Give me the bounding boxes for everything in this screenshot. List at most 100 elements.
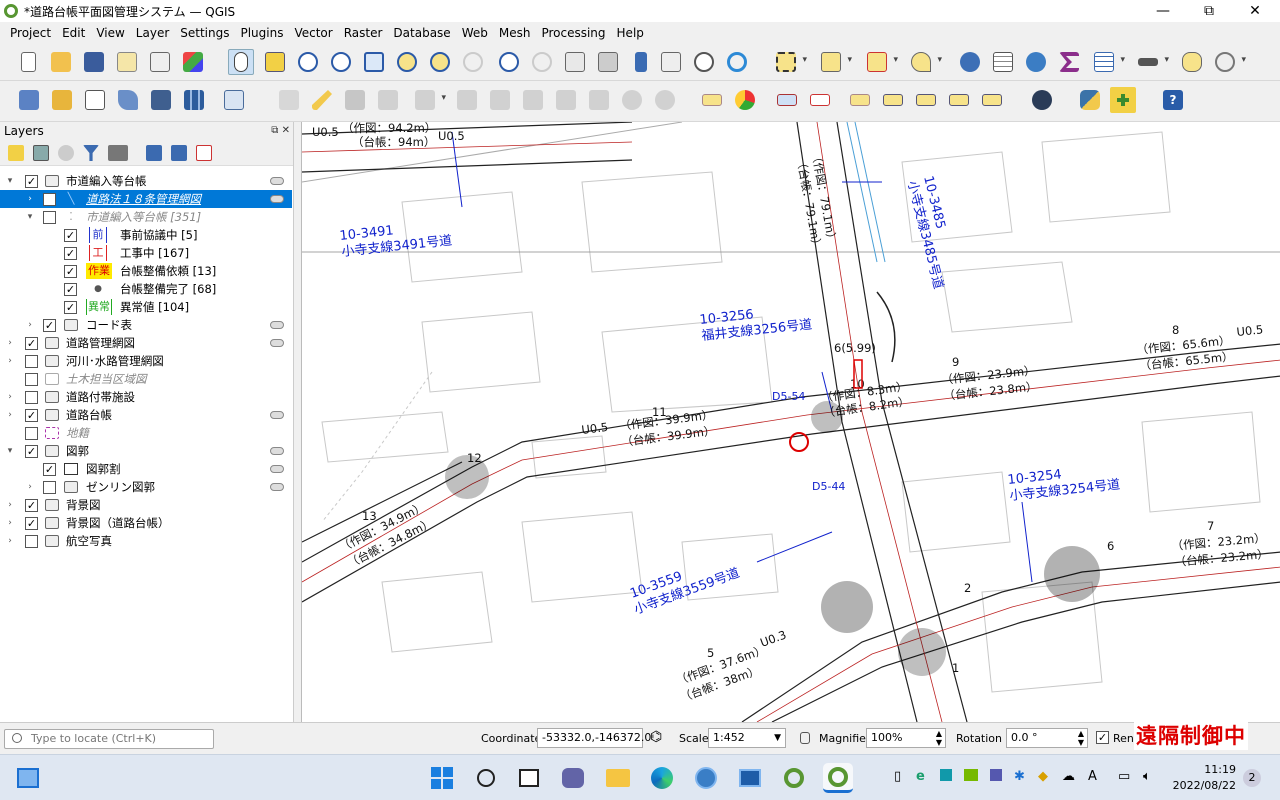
- plugin-zenrin-button[interactable]: [1029, 87, 1055, 113]
- add-feature-button[interactable]: [375, 87, 401, 113]
- expand-icon[interactable]: ›: [5, 392, 15, 402]
- widgets-button[interactable]: [13, 763, 43, 793]
- expand-icon[interactable]: ›: [5, 410, 15, 420]
- zoom-native-button[interactable]: [460, 49, 486, 75]
- bluetooth-icon[interactable]: ✱: [1014, 769, 1025, 784]
- legend-checkbox[interactable]: ✓: [64, 300, 77, 314]
- minimize-button[interactable]: —: [1140, 0, 1186, 22]
- expand-icon[interactable]: ›: [25, 320, 35, 330]
- vertex-tool-button[interactable]: [412, 87, 446, 113]
- menu-mesh[interactable]: Mesh: [494, 26, 536, 40]
- toolbox-button[interactable]: [1023, 49, 1049, 75]
- legend-checkbox[interactable]: ✓: [64, 264, 77, 278]
- app-button-2[interactable]: [735, 763, 765, 793]
- menu-raster[interactable]: Raster: [339, 26, 388, 40]
- visibility-indicator-icon[interactable]: [270, 447, 284, 455]
- collapse-icon[interactable]: ▾: [5, 176, 15, 186]
- measure-button[interactable]: [1135, 49, 1169, 75]
- legend-checkbox[interactable]: ✓: [64, 246, 77, 260]
- python-console-button[interactable]: [1077, 87, 1103, 113]
- attribute-table-button[interactable]: [990, 49, 1016, 75]
- security-icon[interactable]: ◆: [1038, 769, 1048, 784]
- delete-selected-button[interactable]: [487, 87, 513, 113]
- coordinate-toggle-icon[interactable]: ⌬: [650, 729, 662, 745]
- layout-manager-button[interactable]: [147, 49, 173, 75]
- scale-combobox[interactable]: 1:452 ▼: [708, 728, 786, 748]
- layer-row-doro-kanri[interactable]: › ✓ 道路管理網図: [0, 334, 292, 352]
- layer-checkbox[interactable]: ✓: [25, 444, 38, 458]
- visibility-indicator-icon[interactable]: [270, 321, 284, 329]
- layer-checkbox[interactable]: ✓: [43, 462, 56, 476]
- menu-plugins[interactable]: Plugins: [235, 26, 288, 40]
- layer-row-chiseki[interactable]: 地籍: [0, 424, 292, 442]
- app-tray-icon[interactable]: [940, 769, 952, 781]
- zoom-out-button[interactable]: [328, 49, 354, 75]
- layer-checkbox[interactable]: [25, 426, 38, 440]
- select-features-button[interactable]: [773, 49, 807, 75]
- menu-database[interactable]: Database: [388, 26, 455, 40]
- layer-row-haikei[interactable]: › ✓ 背景図: [0, 496, 292, 514]
- pan-button[interactable]: [228, 49, 254, 75]
- highlight-pinned-labels-button[interactable]: [774, 87, 800, 113]
- lock-scale-icon[interactable]: [800, 732, 810, 744]
- identify-button[interactable]: [957, 49, 983, 75]
- layer-checkbox[interactable]: [43, 210, 56, 224]
- layer-checkbox[interactable]: [25, 534, 38, 548]
- layer-checkbox[interactable]: [25, 372, 38, 386]
- new-shapefile-button[interactable]: [82, 87, 108, 113]
- show-hide-labels-button[interactable]: [847, 87, 873, 113]
- new-map-view-button[interactable]: [562, 49, 588, 75]
- visibility-indicator-icon[interactable]: [270, 339, 284, 347]
- save-project-button[interactable]: [81, 49, 107, 75]
- layer-diagram-button[interactable]: [732, 87, 758, 113]
- remove-layer-icon[interactable]: [196, 145, 212, 161]
- usb-icon[interactable]: ▯: [894, 769, 901, 784]
- collapse-icon[interactable]: ▾: [5, 446, 15, 456]
- file-explorer-button[interactable]: [603, 763, 633, 793]
- clock[interactable]: 11:19 2022/08/22: [1170, 762, 1236, 794]
- plugin-manager-button[interactable]: [1110, 87, 1136, 113]
- statistics-button[interactable]: [1056, 49, 1082, 75]
- menu-web[interactable]: Web: [457, 26, 493, 40]
- legend-row-sagyo[interactable]: ✓ 作業 台帳整備依頼 [13]: [0, 262, 292, 280]
- map-tips-button[interactable]: [1179, 49, 1205, 75]
- close-button[interactable]: ✕: [1232, 0, 1278, 22]
- panel-float-close-icon[interactable]: ⧉ ✕: [271, 125, 290, 136]
- change-label-button[interactable]: [946, 87, 972, 113]
- expand-icon[interactable]: ›: [5, 536, 15, 546]
- layer-row-zukakuwari[interactable]: ✓ 図郭割: [0, 460, 292, 478]
- open-project-button[interactable]: [48, 49, 74, 75]
- zoom-in-button[interactable]: [295, 49, 321, 75]
- layer-row-doro-daicho[interactable]: › ✓ 道路台帳: [0, 406, 292, 424]
- qgis-taskbar-button-1[interactable]: [779, 763, 809, 793]
- network-icon[interactable]: ☁: [1062, 769, 1075, 784]
- visibility-indicator-icon[interactable]: [270, 177, 284, 185]
- toggle-editing-button[interactable]: [309, 87, 335, 113]
- layer-row-futai[interactable]: › 道路付帯施設: [0, 388, 292, 406]
- teams-chat-button[interactable]: [558, 763, 588, 793]
- search-taskbar-button[interactable]: [471, 763, 501, 793]
- layer-row-doroho-18[interactable]: › ╲ 道路法１８条管理網図: [0, 190, 292, 208]
- move-label-button[interactable]: [880, 87, 906, 113]
- visibility-indicator-icon[interactable]: [270, 483, 284, 491]
- redo-button[interactable]: [652, 87, 678, 113]
- legend-checkbox[interactable]: ✓: [64, 228, 77, 242]
- notification-badge[interactable]: 2: [1243, 769, 1261, 787]
- maximize-button[interactable]: ⧉: [1186, 0, 1232, 22]
- expand-icon[interactable]: ›: [5, 338, 15, 348]
- help-button[interactable]: ?: [1160, 87, 1186, 113]
- layer-row-zukaku[interactable]: ▾ ✓ 図郭: [0, 442, 292, 460]
- label-properties-button[interactable]: [979, 87, 1005, 113]
- edge-button[interactable]: [647, 763, 677, 793]
- expand-icon[interactable]: ›: [25, 194, 35, 204]
- layer-row-shido-hennyu-points[interactable]: ▾ ⁚ 市道編入等台帳 [351]: [0, 208, 292, 226]
- new-project-button[interactable]: [15, 49, 41, 75]
- menu-layer[interactable]: Layer: [131, 26, 174, 40]
- collapse-icon[interactable]: ▾: [25, 212, 35, 222]
- qgis-taskbar-button-2[interactable]: [823, 763, 853, 793]
- temporal-controller-button[interactable]: [691, 49, 717, 75]
- app-button-1[interactable]: [691, 763, 721, 793]
- collapse-all-icon[interactable]: [171, 145, 187, 161]
- zoom-full-button[interactable]: [361, 49, 387, 75]
- cut-features-button[interactable]: [520, 87, 546, 113]
